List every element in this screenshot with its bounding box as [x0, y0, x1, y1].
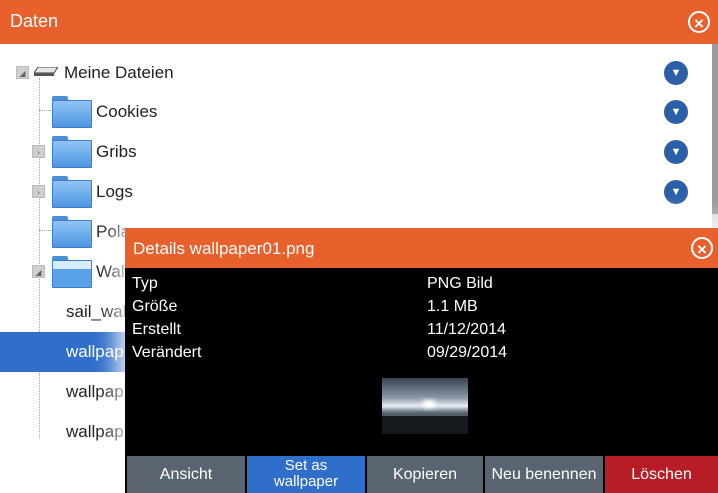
detail-key: Erstellt: [132, 321, 181, 338]
chevron-down-icon[interactable]: ▼: [664, 140, 688, 164]
detail-key: Verändert: [132, 344, 202, 361]
chevron-down-icon[interactable]: ▼: [664, 100, 688, 124]
tree-item-label: Gribs: [96, 142, 137, 161]
close-icon[interactable]: ×: [688, 11, 710, 33]
folder-icon: [52, 136, 92, 168]
folder-icon: [52, 96, 92, 128]
chevron-down-icon[interactable]: ▼: [664, 180, 688, 204]
delete-button[interactable]: Löschen: [605, 456, 718, 493]
set-as-wallpaper-button[interactable]: Set as wallpaper: [247, 456, 365, 493]
tree-item-gribs[interactable]: › Gribs ▼: [0, 132, 712, 172]
detail-value: 09/29/2014: [427, 344, 508, 361]
tree-root-meine-dateien[interactable]: ◢ Meine Dateien ▼: [0, 53, 712, 93]
collapse-icon[interactable]: ◢: [32, 265, 45, 278]
tree-item-label: Meine Dateien: [64, 63, 174, 82]
close-icon[interactable]: ×: [691, 237, 713, 259]
image-preview: [382, 378, 468, 434]
dialog-title: Details wallpaper01.png: [133, 239, 315, 258]
expand-icon[interactable]: ›: [32, 145, 45, 158]
details-dialog: Details wallpaper01.png × Typ PNG Bild G…: [125, 228, 718, 493]
button-label-line: wallpaper: [273, 473, 339, 490]
expand-icon[interactable]: ›: [32, 185, 45, 198]
rename-button[interactable]: Neu benennen: [485, 456, 603, 493]
tree-item-label: Logs: [96, 182, 133, 201]
folder-icon: [52, 216, 92, 248]
collapse-icon[interactable]: ◢: [16, 66, 29, 79]
window-titlebar: Daten ×: [0, 0, 718, 44]
detail-value: 11/12/2014: [427, 321, 506, 338]
file-item-label: wallpap: [66, 382, 124, 401]
tree-item-cookies[interactable]: Cookies ▼: [0, 92, 712, 132]
tree-item-label: Cookies: [96, 102, 158, 121]
file-item-label: wallpap: [66, 422, 124, 441]
tree-item-logs[interactable]: › Logs ▼: [0, 172, 712, 212]
file-item-label: wallpap: [66, 342, 124, 361]
tree-item-label: Wall: [96, 262, 129, 281]
copy-button[interactable]: Kopieren: [367, 456, 483, 493]
folder-icon: [52, 176, 92, 208]
detail-key: Typ: [132, 275, 158, 292]
scrollbar-thumb[interactable]: [712, 44, 718, 214]
open-folder-icon: [52, 256, 92, 288]
file-item-label: sail_wal: [66, 302, 127, 321]
dialog-button-bar: Ansicht Set as wallpaper Kopieren Neu be…: [125, 456, 718, 493]
window-title: Daten: [10, 11, 59, 31]
dialog-titlebar: Details wallpaper01.png ×: [125, 228, 718, 268]
detail-value: PNG Bild: [427, 275, 493, 292]
button-label-line: Set as: [284, 457, 328, 474]
detail-key: Größe: [132, 298, 178, 315]
chevron-down-icon[interactable]: ▼: [664, 61, 688, 85]
drive-icon: [34, 67, 58, 76]
view-button[interactable]: Ansicht: [127, 456, 245, 493]
detail-value: 1.1 MB: [427, 298, 478, 315]
